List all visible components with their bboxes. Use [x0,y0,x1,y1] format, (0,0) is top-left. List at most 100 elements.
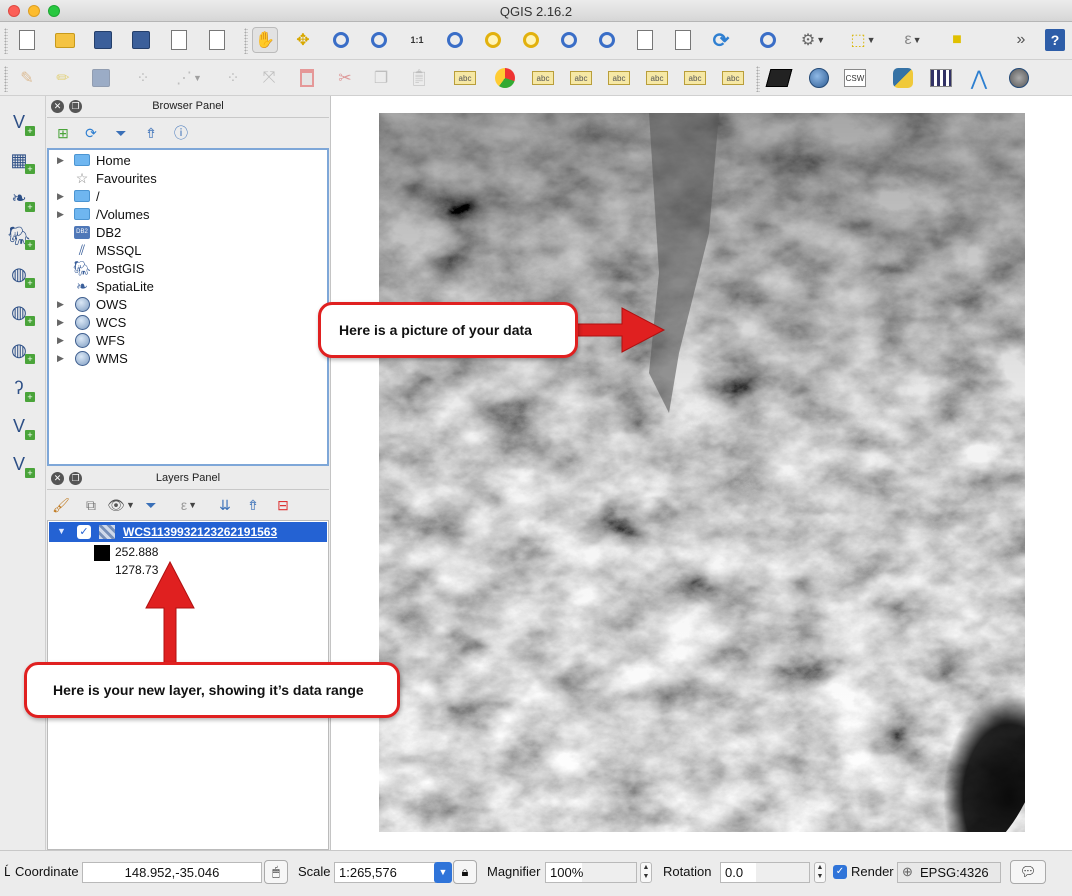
move-label-button[interactable]: abc [644,65,670,91]
browser-item-volumes[interactable]: ▶ /Volumes [49,205,327,223]
disclosure-triangle-icon[interactable]: ▶ [57,317,64,328]
layer-visibility-checkbox[interactable]: ✓ [77,525,91,539]
show-hide-labels-button[interactable]: abc [606,65,632,91]
cut-features-button[interactable]: ✂ [332,65,358,91]
add-feature-button[interactable]: ⁘ [130,65,156,91]
add-postgis-layer-button[interactable]: 🐘︎ + [5,222,35,250]
zoom-next-button[interactable] [594,27,620,53]
raster-toolbar-button[interactable] [765,65,793,91]
filter-by-expression-button[interactable]: ε ▼ [179,495,199,515]
messages-button[interactable]: 💬︎ [1010,860,1046,884]
zoom-to-layer-button[interactable] [518,27,544,53]
browser-item-db2[interactable]: DB2 DB2 [49,223,327,241]
select-by-expression-button[interactable]: ε ▼ [900,27,926,53]
add-raster-layer-button[interactable]: ▦ + [5,146,35,174]
save-as-button[interactable] [128,27,154,53]
select-features-button[interactable]: ⬚ ▼ [850,27,876,53]
add-wfs-layer-button[interactable]: ◍ + [5,336,35,364]
paste-features-button[interactable]: 📋︎ [406,65,432,91]
bookmark-button[interactable] [670,27,696,53]
collapse-all-button[interactable]: ⇮ [141,123,161,143]
add-delimited-text-button[interactable]: ʔ + [5,374,35,402]
browser-item-wms[interactable]: ▶ WMS [49,349,327,367]
disclosure-triangle-icon[interactable]: ▶ [57,299,64,310]
add-selected-layers-button[interactable]: ⊞ [53,123,73,143]
add-group-button[interactable]: ⧉ [81,495,101,515]
pin-labels-button[interactable]: abc [568,65,594,91]
disclosure-triangle-icon[interactable]: ▶ [57,155,64,166]
rotation-stepper[interactable]: ▲ ▼ [814,862,826,883]
deselect-all-button[interactable]: ■ [944,27,970,53]
browser-item-wfs[interactable]: ▶ WFS [49,331,327,349]
disclosure-triangle-icon[interactable]: ▼ [57,526,66,536]
pan-to-selection-button[interactable]: ✥ [290,27,316,53]
zoom-native-resolution-button[interactable]: 1:1 [404,27,430,53]
disclosure-triangle-icon[interactable]: ▶ [57,353,64,364]
new-project-button[interactable] [14,27,40,53]
zoom-full-button[interactable] [442,27,468,53]
rotate-label-button[interactable]: abc [682,65,708,91]
filter-browser-button[interactable]: ⏷ [111,123,131,143]
coordinate-field[interactable]: 148.952,-35.046 [82,862,262,883]
open-project-button[interactable] [52,27,78,53]
zoom-out-button[interactable] [366,27,392,53]
identify-features-button[interactable] [755,27,781,53]
magnifier-stepper[interactable]: ▲ ▼ [640,862,652,883]
style-manager-button[interactable]: 🖌︎ [51,495,71,515]
toolbar-overflow-button[interactable]: » [1008,27,1034,53]
zoom-last-button[interactable] [556,27,582,53]
save-project-button[interactable] [90,27,116,53]
change-label-button[interactable]: abc [720,65,746,91]
metasearch-csw-button[interactable]: CSW [842,65,868,91]
browser-item-postgis[interactable]: 🐘︎ PostGIS [49,259,327,277]
pan-map-button[interactable]: ✋ [252,27,278,53]
toggle-extents-button[interactable]: 🖱︎ [264,860,288,884]
toolbar-grip[interactable] [4,28,8,54]
composer-manager-button[interactable] [204,27,230,53]
add-virtual-layer-button[interactable]: V + [5,412,35,440]
new-map-view-button[interactable] [632,27,658,53]
crs-status-button[interactable]: ⊕ EPSG:4326 [897,862,1001,883]
magnifier-field[interactable]: 100% [545,862,637,883]
manage-visibility-button[interactable]: 👁︎ ▼ [107,495,135,515]
expand-all-button[interactable]: ⇊ [215,495,235,515]
copy-features-button[interactable]: ❐ [368,65,394,91]
layer-labeling-button[interactable]: abc [452,65,478,91]
disclosure-triangle-icon[interactable]: ▶ [57,335,64,346]
browser-item-wcs[interactable]: ▶ WCS [49,313,327,331]
toggle-editing-button[interactable]: ✏ [50,65,76,91]
help-button[interactable]: ? [1042,27,1068,53]
zoom-in-button[interactable] [328,27,354,53]
add-spatialite-layer-button[interactable]: ❧ + [5,184,35,212]
browser-item-spatialite[interactable]: ❧ SpatiaLite [49,277,327,295]
collapse-all-button[interactable]: ⇮ [243,495,263,515]
measure-tools-button[interactable]: ⚙ ▼ [800,27,826,53]
node-tool-button[interactable]: ⁘ [220,65,246,91]
browser-item-mssql[interactable]: ⫽ MSSQL [49,241,327,259]
render-checkbox[interactable]: ✓ [833,865,847,879]
move-feature-button[interactable]: ⋰ ▼ [176,65,202,91]
python-console-button[interactable] [890,65,916,91]
add-vector-layer-button[interactable]: V + [5,108,35,136]
toolbar-grip[interactable] [4,66,8,92]
new-shapefile-button[interactable]: V + [5,450,35,478]
browser-item-home[interactable]: ▶ Home [49,151,327,169]
vertex-edit-button[interactable]: ⤧ [256,65,282,91]
processing-grid-button[interactable] [928,65,954,91]
refresh-button[interactable]: ⟳ [708,27,734,53]
zoom-to-selection-button[interactable] [480,27,506,53]
rotation-field[interactable]: 0.0 [720,862,810,883]
refresh-browser-button[interactable]: ⟳ [81,123,101,143]
layer-diagram-button[interactable] [492,65,518,91]
current-edits-button[interactable]: ✎ [14,65,40,91]
browser-item-ows[interactable]: ▶ OWS [49,295,327,313]
toolbar-grip[interactable] [244,28,248,54]
plugin-manager-button[interactable] [1006,65,1032,91]
save-layer-edits-button[interactable] [88,65,114,91]
disclosure-triangle-icon[interactable]: ▶ [57,191,64,202]
highlight-pinned-labels-button[interactable]: abc [530,65,556,91]
layer-row-wcs[interactable]: ▼ ✓ WCS1139932123262191563 [49,522,327,542]
lock-scale-button[interactable]: 🔒︎ [453,860,477,884]
browser-item-favourites[interactable]: ☆ Favourites [49,169,327,187]
toolbar-grip[interactable] [756,66,760,92]
